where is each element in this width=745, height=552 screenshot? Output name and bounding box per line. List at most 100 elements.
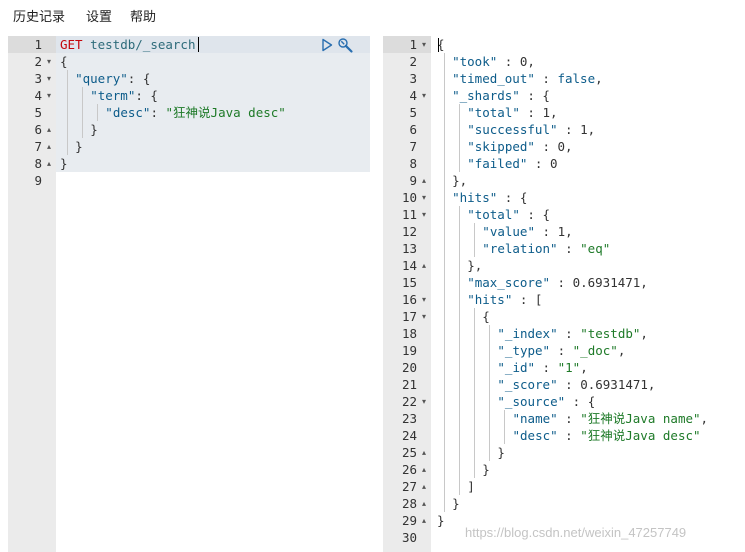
request-token-punct: : { [127, 71, 151, 86]
response-line-number: 15 [401, 275, 417, 290]
response-line-number: 23 [401, 411, 417, 426]
response-code-line: "skipped" : 0, [467, 138, 572, 155]
fold-close-icon[interactable]: ▴ [419, 478, 429, 495]
response-token-key: "hits" [467, 292, 513, 307]
request-line-number: 4 [34, 88, 42, 103]
response-token-key: "relation" [482, 241, 558, 256]
response-token-key: "total" [467, 105, 520, 120]
fold-open-icon[interactable]: ▾ [419, 206, 429, 223]
request-token-punct: : [150, 105, 166, 120]
response-token-key: "desc" [512, 428, 558, 443]
response-token-punct: } [497, 445, 505, 460]
request-indent-guide [66, 70, 68, 155]
fold-open-icon[interactable]: ▾ [419, 189, 429, 206]
response-line-number: 22 [401, 394, 417, 409]
response-code-line: "value" : 1, [482, 223, 572, 240]
fold-close-icon[interactable]: ▴ [419, 461, 429, 478]
response-token-punct: , [565, 139, 573, 154]
response-token-key: "skipped" [467, 139, 535, 154]
response-line-number: 19 [401, 343, 417, 358]
request-line-number: 8 [34, 156, 42, 171]
run-request-button[interactable] [319, 37, 335, 53]
fold-close-icon[interactable]: ▴ [44, 138, 54, 155]
response-token-punct: , [595, 71, 603, 86]
response-code-line: "_score" : 0.6931471, [497, 376, 655, 393]
response-token-punct: , [647, 377, 656, 392]
response-indent-guide [458, 104, 460, 172]
request-line-number: 1 [34, 37, 42, 52]
request-code-line: "query": { [75, 70, 150, 87]
response-code-line: "name" : "狂神说Java name", [513, 410, 709, 427]
fold-open-icon[interactable]: ▾ [419, 393, 429, 410]
response-line-number: 10 [401, 190, 417, 205]
response-token-key: "_score" [497, 377, 558, 392]
response-token-punct: : [557, 241, 581, 256]
response-token-key: "name" [512, 411, 558, 426]
menu-history[interactable]: 历史记录 [13, 10, 65, 26]
response-line-number: 5 [409, 105, 417, 120]
response-token-punct: , [640, 275, 648, 290]
fold-close-icon[interactable]: ▴ [419, 257, 429, 274]
response-line-number: 17 [401, 309, 417, 324]
response-token-punct: , [587, 122, 596, 137]
menu-help[interactable]: 帮助 [130, 10, 156, 26]
fold-close-icon[interactable]: ▴ [419, 444, 429, 461]
request-token-punct: { [60, 54, 68, 69]
response-token-punct: }, [452, 173, 468, 188]
request-code-line: } [90, 121, 98, 138]
response-token-punct: : [534, 139, 558, 154]
fold-close-icon[interactable]: ▴ [44, 121, 54, 138]
response-token-key: "took" [452, 54, 498, 69]
response-code-line: "timed_out" : false, [452, 70, 603, 87]
fold-close-icon[interactable]: ▴ [419, 512, 429, 529]
response-line-number: 27 [401, 479, 417, 494]
request-settings-button[interactable] [337, 37, 353, 53]
fold-open-icon[interactable]: ▾ [419, 308, 429, 325]
response-token-num: 0 [557, 139, 566, 154]
response-code-line: } [497, 444, 505, 461]
request-token-str: "狂神说Java desc" [165, 105, 286, 120]
fold-open-icon[interactable]: ▾ [44, 70, 54, 87]
response-code-line: { [482, 308, 490, 325]
response-token-str: "testdb" [580, 326, 641, 341]
response-editor[interactable]: 1 ▾{2 "took" : 0, 3 "timed_out" : false, 4 ▾ "_… [383, 36, 745, 552]
response-token-key: "successful" [467, 122, 558, 137]
response-token-key: "timed_out" [452, 71, 535, 86]
fold-open-icon[interactable]: ▾ [44, 87, 54, 104]
response-token-punct: : { [519, 207, 550, 222]
response-token-punct: , [527, 54, 535, 69]
response-text-cursor [438, 38, 439, 52]
wrench-icon [338, 38, 353, 53]
response-token-punct: : [535, 360, 558, 375]
response-token-punct: }, [467, 258, 483, 273]
request-code-line: { [60, 53, 68, 70]
response-line-number: 18 [401, 326, 417, 341]
response-token-str: "1" [557, 360, 581, 375]
fold-close-icon[interactable]: ▴ [419, 172, 429, 189]
request-token-punct: } [90, 122, 98, 137]
response-line-number: 16 [401, 292, 417, 307]
request-token-punct: } [60, 156, 68, 171]
fold-open-icon[interactable]: ▾ [419, 87, 429, 104]
fold-open-icon[interactable]: ▾ [44, 53, 54, 70]
response-code-line: }, [467, 257, 482, 274]
response-token-punct: : [497, 54, 520, 69]
fold-open-icon[interactable]: ▾ [419, 291, 429, 308]
response-token-punct: : { [565, 394, 596, 409]
response-token-punct: ] [467, 479, 475, 494]
response-line-number: 8 [409, 156, 417, 171]
fold-close-icon[interactable]: ▴ [419, 495, 429, 512]
response-token-str: "eq" [580, 241, 611, 256]
response-line-number: 26 [401, 462, 417, 477]
response-line-number: 11 [401, 207, 417, 222]
response-code-line: "relation" : "eq" [482, 240, 610, 257]
menu-settings[interactable]: 设置 [86, 10, 112, 26]
response-token-key: "hits" [452, 190, 498, 205]
fold-open-icon[interactable]: ▾ [419, 36, 429, 53]
fold-close-icon[interactable]: ▴ [44, 155, 54, 172]
response-line-number: 2 [409, 54, 417, 69]
watermark: https://blog.csdn.net/weixin_47257749 [465, 525, 687, 540]
response-token-bool: false [557, 71, 596, 86]
response-token-punct: , [580, 360, 588, 375]
request-editor[interactable]: 1 GET testdb/_search 2 ▾{3 ▾ "query": {4 ▾ "ter… [8, 36, 370, 552]
